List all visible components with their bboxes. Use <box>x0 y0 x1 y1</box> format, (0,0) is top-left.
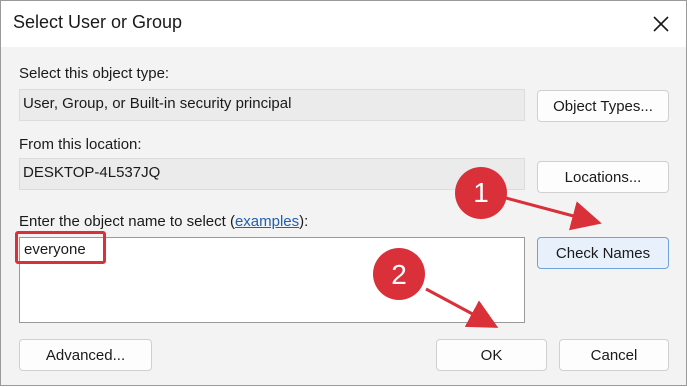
location-field: DESKTOP-4L537JQ <box>19 158 525 190</box>
object-types-button[interactable]: Object Types... <box>537 90 669 122</box>
dialog-title: Select User or Group <box>13 12 183 32</box>
arrow-1 <box>505 196 602 231</box>
ok-button[interactable]: OK <box>436 339 547 371</box>
title-bar: Select User or Group <box>1 1 686 47</box>
check-names-button[interactable]: Check Names <box>537 237 669 269</box>
cancel-button[interactable]: Cancel <box>559 339 669 371</box>
locations-button[interactable]: Locations... <box>537 161 669 193</box>
location-label: From this location: <box>19 136 142 153</box>
object-name-input[interactable]: everyone <box>19 237 525 323</box>
advanced-button[interactable]: Advanced... <box>19 339 152 371</box>
object-type-field: User, Group, or Built-in security princi… <box>19 89 525 121</box>
close-button[interactable] <box>646 9 676 39</box>
examples-link[interactable]: examples <box>235 213 299 230</box>
object-name-label-prefix: Enter the object name to select ( <box>19 213 235 230</box>
select-user-or-group-dialog: Select User or Group Select this object … <box>0 0 687 386</box>
object-name-label: Enter the object name to select (example… <box>19 213 308 230</box>
object-type-label: Select this object type: <box>19 65 170 82</box>
close-icon <box>653 16 669 32</box>
annotation-overlay: 1 2 <box>373 167 602 328</box>
object-name-text: everyone <box>24 241 86 258</box>
object-name-label-suffix: ): <box>299 213 309 230</box>
